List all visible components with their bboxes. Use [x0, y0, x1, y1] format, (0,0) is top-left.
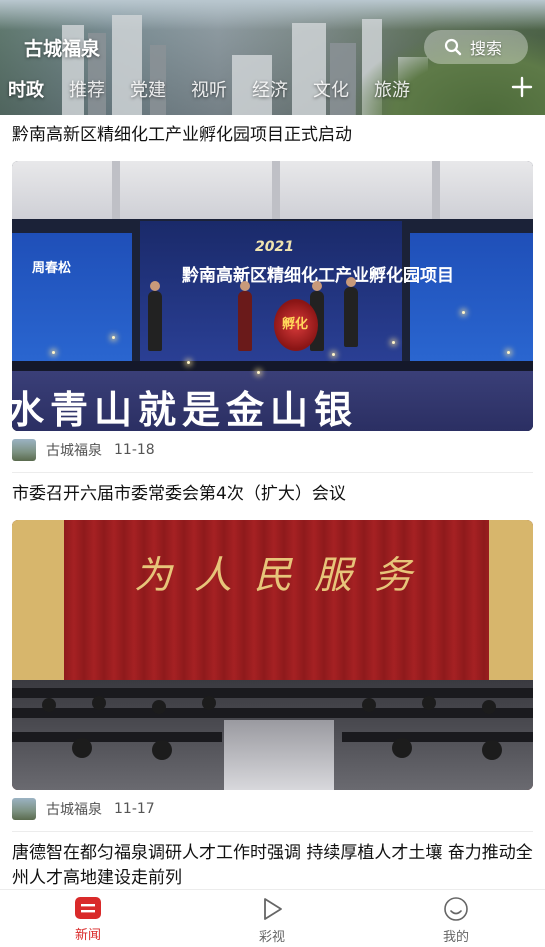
article-title[interactable]: 市委召开六届市委常委会第4次（扩大）会议 [12, 482, 534, 507]
firework-spark [187, 361, 190, 364]
category-tabs: 时政 推荐 党建 视听 经济 文化 旅游 [0, 76, 545, 104]
wood-wall [12, 520, 64, 680]
tab-jingji[interactable]: 经济 [252, 76, 288, 102]
banner-slogan: 水青山就是金山银 [12, 387, 359, 431]
firework-spark [392, 341, 395, 344]
center-aisle [224, 720, 334, 790]
publish-date: 11-17 [114, 801, 155, 817]
wood-wall [489, 520, 533, 680]
firework-spark [52, 351, 55, 354]
tab-wenhua[interactable]: 文化 [313, 76, 349, 102]
side-screen [12, 233, 132, 363]
news-icon [75, 897, 101, 919]
bottom-tab-bar: 新闻 彩视 我的 [0, 889, 545, 947]
desk-row [12, 732, 222, 742]
firework-spark [257, 371, 260, 374]
attendee [152, 700, 166, 714]
divider [12, 472, 533, 473]
firework-spark [332, 353, 335, 356]
ceiling-beam [432, 161, 440, 219]
publish-date: 11-18 [114, 442, 155, 458]
source-name: 古城福泉 [46, 802, 102, 818]
desk-row [342, 732, 533, 742]
tab-dangjian[interactable]: 党建 [130, 76, 166, 102]
source-name: 古城福泉 [46, 443, 102, 459]
divider [12, 831, 533, 832]
article-image[interactable]: 周春松 2021 黔南高新区精细化工产业孵化园项目 孵化 水青山就是金山银 [12, 161, 533, 431]
attendee [152, 740, 172, 760]
person [344, 277, 358, 347]
article-image[interactable]: 为人民服务 [12, 520, 533, 790]
firework-spark [112, 336, 115, 339]
search-label: 搜索 [470, 39, 503, 58]
desk-row [12, 688, 533, 698]
article-title[interactable]: 黔南高新区精细化工产业孵化园项目正式启动 [12, 123, 534, 148]
tab-shizheng[interactable]: 时政 [8, 76, 44, 102]
play-icon [264, 898, 282, 920]
person [148, 281, 162, 351]
attendee [72, 738, 92, 758]
screen-speaker-name: 周春松 [32, 261, 72, 276]
orb-label: 孵化 [282, 317, 309, 332]
ceiling-beam [112, 161, 120, 219]
attendee [482, 740, 502, 760]
person [238, 281, 252, 351]
smile-icon [444, 897, 468, 921]
tabbar-label: 彩视 [258, 930, 285, 945]
firework-spark [462, 311, 465, 314]
attendee [202, 696, 216, 710]
attendee [92, 696, 106, 710]
tab-lvyou[interactable]: 旅游 [374, 76, 410, 102]
desk-row [12, 708, 533, 718]
tabbar-label: 新闻 [74, 928, 101, 943]
calligraphy-banner: 为人民服务 [134, 553, 435, 597]
app-title: 古城福泉 [24, 38, 101, 60]
source-avatar-icon [12, 439, 36, 461]
source-avatar-icon [12, 798, 36, 820]
attendee [392, 738, 412, 758]
tabbar-label: 我的 [442, 930, 469, 945]
header-banner: 古城福泉 搜索 时政 推荐 党建 视听 经济 文化 旅游 [0, 0, 545, 115]
screen-year: 2021 [255, 239, 294, 255]
firework-spark [507, 351, 510, 354]
ceiling-beam [272, 161, 280, 219]
attendee [482, 700, 496, 714]
tabbar-item-news[interactable]: 新闻 [58, 896, 118, 943]
article-title[interactable]: 唐德智在都匀福泉调研人才工作时强调 持续厚植人才土壤 奋力推动全州人才高地建设走… [12, 841, 534, 891]
tab-tuijian[interactable]: 推荐 [69, 76, 105, 102]
side-screen [410, 233, 533, 363]
attendee [42, 698, 56, 712]
tab-shiting[interactable]: 视听 [191, 76, 227, 102]
article-meta: 古城福泉 11-18 [12, 438, 155, 462]
tabbar-item-video[interactable]: 彩视 [242, 896, 302, 945]
attendee [362, 698, 376, 712]
plus-icon[interactable] [511, 76, 533, 98]
search-icon [444, 38, 462, 56]
search-button[interactable]: 搜索 [424, 30, 528, 64]
tabbar-item-mine[interactable]: 我的 [426, 896, 486, 945]
article-meta: 古城福泉 11-17 [12, 797, 155, 821]
attendee [422, 696, 436, 710]
